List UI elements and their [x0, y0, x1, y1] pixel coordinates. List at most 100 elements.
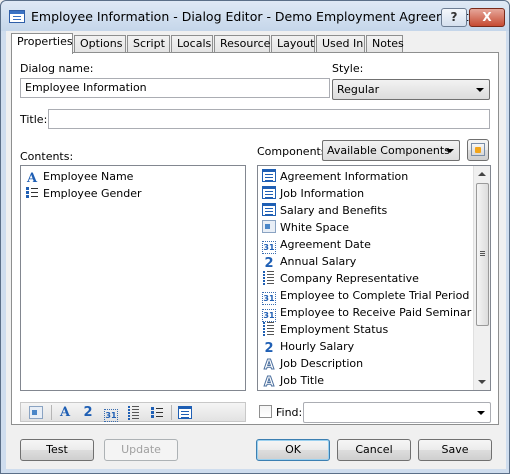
list-item[interactable]: Agreement Information: [262, 168, 408, 185]
list-item[interactable]: 2 Hourly Salary: [262, 338, 354, 355]
list-item-label: Company Representative: [280, 272, 419, 285]
dotted-list-icon: [262, 271, 276, 284]
list-field-icon: [25, 186, 39, 199]
help-button[interactable]: ?: [441, 8, 467, 27]
add-date-field-button[interactable]: 31: [102, 405, 120, 422]
list-item-label: Job Title: [280, 374, 325, 387]
scroll-up-arrow-icon[interactable]: [478, 172, 486, 176]
list-item-label: Agreement Date: [280, 238, 371, 251]
ok-button[interactable]: OK: [256, 439, 330, 461]
style-select[interactable]: Regular: [332, 79, 490, 100]
tab-script[interactable]: Script: [127, 35, 170, 53]
dialog-name-label: Dialog name:: [20, 62, 94, 75]
list-item[interactable]: A Employee Name: [25, 168, 133, 185]
add-true-false-button[interactable]: [125, 405, 143, 420]
text-field-icon: A: [59, 405, 71, 420]
list-item[interactable]: Company Representative: [262, 270, 419, 287]
white-space-icon: [262, 220, 276, 233]
tab-resource[interactable]: Resource: [214, 35, 270, 53]
dialog-icon: [262, 203, 276, 216]
contents-toolbar: A 2 31: [20, 402, 246, 422]
dialog-editor-window: Employee Information - Dialog Editor - D…: [0, 0, 510, 474]
cancel-button[interactable]: Cancel: [337, 439, 411, 461]
components-filter-select[interactable]: Available Components: [322, 140, 460, 161]
list-item[interactable]: Employment Status: [262, 321, 388, 338]
list-item[interactable]: 31 Employee to Receive Paid Seminar D...: [262, 304, 490, 322]
components-filter-value: Available Components: [327, 144, 450, 157]
title-label: Title:: [20, 113, 48, 126]
new-component-icon: [471, 143, 485, 156]
components-scrollbar[interactable]: [473, 166, 490, 390]
components-list[interactable]: Agreement Information Job Information Sa…: [257, 165, 491, 391]
dialog-client-area: Properties Options Script Locals Resourc…: [6, 31, 506, 469]
scroll-down-arrow-icon[interactable]: [478, 380, 486, 384]
title-bar: Employee Information - Dialog Editor - D…: [1, 1, 509, 31]
scrollbar-thumb[interactable]: [476, 183, 489, 326]
add-white-space-button[interactable]: [27, 405, 45, 420]
add-dialog-button[interactable]: [176, 405, 194, 420]
toolbar-divider: [51, 405, 52, 420]
style-select-value: Regular: [337, 83, 380, 96]
chevron-down-icon: [446, 149, 454, 153]
number-field-icon: 2: [264, 256, 274, 271]
list-item-label: Employee Gender: [43, 187, 142, 200]
true-false-icon: [127, 406, 141, 419]
list-item[interactable]: Job Information: [262, 185, 364, 202]
dotted-list-icon: [262, 322, 276, 335]
list-item-label: Employee to Complete Trial Period: [280, 289, 470, 302]
tab-layout[interactable]: Layout: [271, 35, 315, 53]
tab-used-in[interactable]: Used In: [316, 35, 365, 53]
dialog-name-input[interactable]: Employee Information: [20, 78, 330, 98]
list-item-label: Employee Name: [43, 170, 134, 183]
multiple-choice-icon: [150, 406, 164, 419]
date-field-icon: 31: [104, 409, 118, 422]
list-item-label: Agreement Information: [280, 170, 409, 183]
list-item[interactable]: 31 Employee to Complete Trial Period: [262, 287, 470, 305]
dialog-icon: [262, 186, 276, 199]
test-button[interactable]: Test: [20, 439, 94, 461]
dialog-editor-icon: [9, 10, 25, 23]
find-combobox[interactable]: [303, 402, 491, 423]
window-title: Employee Information - Dialog Editor - D…: [31, 9, 500, 24]
list-item[interactable]: 2 Annual Salary: [262, 253, 356, 270]
list-item-label: White Space: [280, 221, 350, 234]
contents-label: Contents:: [20, 150, 74, 163]
white-space-icon: [29, 406, 43, 419]
list-item[interactable]: Employee Gender: [25, 185, 142, 202]
add-multiple-choice-button[interactable]: [148, 405, 166, 420]
tab-locals[interactable]: Locals: [171, 35, 213, 53]
dialog-icon: [262, 169, 276, 182]
find-checkbox[interactable]: [259, 405, 272, 418]
chevron-down-icon: [477, 411, 485, 415]
new-component-button[interactable]: [467, 139, 489, 161]
list-item-label: Job Information: [280, 187, 365, 200]
add-text-field-button[interactable]: A: [56, 405, 74, 420]
number-field-icon: 2: [264, 341, 274, 356]
tab-properties[interactable]: Properties: [11, 33, 73, 54]
save-button[interactable]: Save: [418, 439, 492, 461]
properties-panel: Dialog name: Employee Information Style:…: [11, 52, 499, 425]
list-item-label: Salary and Benefits: [280, 204, 388, 217]
tab-options[interactable]: Options: [74, 35, 126, 53]
text-field-icon: A: [26, 171, 38, 186]
list-item[interactable]: A Job Description: [262, 355, 364, 373]
dialog-icon: [178, 406, 192, 419]
list-item-label: Job Description: [280, 357, 364, 370]
close-button[interactable]: X: [469, 8, 505, 27]
add-number-field-button[interactable]: 2: [79, 405, 97, 420]
update-button[interactable]: Update: [104, 439, 178, 461]
text-outline-icon: A: [263, 358, 275, 373]
title-input[interactable]: [48, 109, 490, 129]
list-item-label: Annual Salary: [280, 255, 357, 268]
contents-list[interactable]: A Employee Name Employee Gender: [20, 165, 246, 391]
list-item[interactable]: A Job Title: [262, 372, 325, 390]
list-item[interactable]: Salary and Benefits: [262, 202, 387, 219]
style-label: Style:: [332, 62, 364, 75]
list-item[interactable]: White Space: [262, 219, 349, 236]
list-item[interactable]: 31 Agreement Date: [262, 236, 371, 254]
list-item-label: Hourly Salary: [280, 340, 355, 353]
text-outline-icon: A: [263, 375, 275, 390]
number-field-icon: 2: [83, 405, 93, 420]
grip-icon: [480, 251, 485, 252]
tab-notes[interactable]: Notes: [366, 35, 404, 53]
